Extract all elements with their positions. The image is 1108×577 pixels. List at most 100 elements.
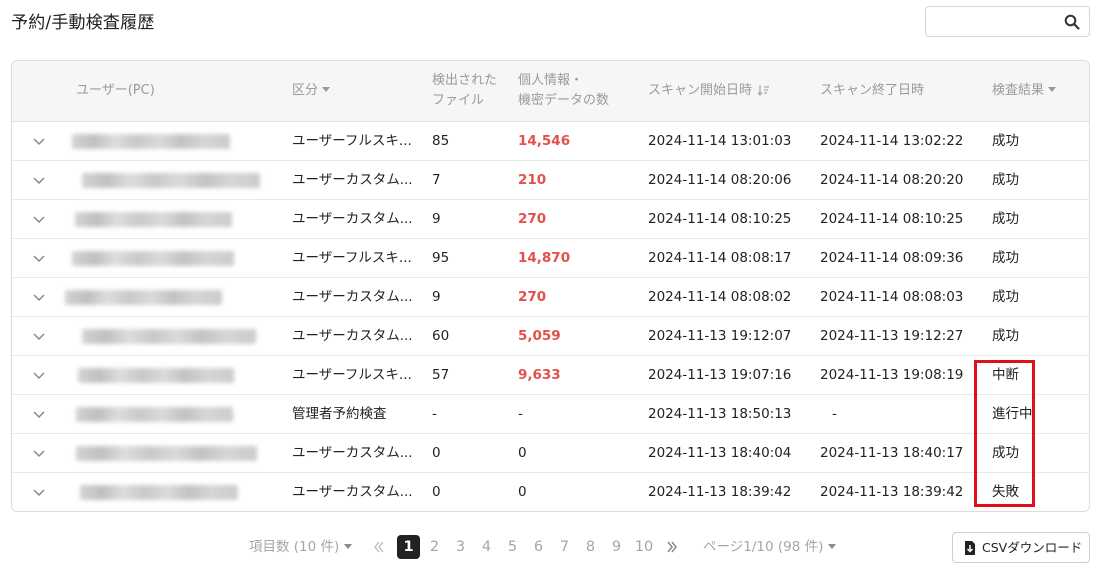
cell-scan-start: 2024-11-14 08:08:17 bbox=[648, 250, 792, 266]
cell-result: 中断 bbox=[992, 367, 1019, 383]
cell-pii-count[interactable]: 270 bbox=[518, 278, 546, 317]
cell-files: 60 bbox=[432, 328, 450, 344]
header-files: 検出された ファイル bbox=[432, 73, 498, 108]
cell-files: 7 bbox=[432, 172, 441, 188]
page-number-9[interactable]: 9 bbox=[605, 535, 628, 559]
chevron-down-icon[interactable] bbox=[32, 485, 46, 499]
page-number-2[interactable]: 2 bbox=[423, 535, 446, 559]
items-per-page-select[interactable]: 項目数 (10 件) bbox=[249, 537, 353, 557]
chevron-down-icon[interactable] bbox=[32, 134, 46, 148]
cell-pii-count: - bbox=[518, 406, 523, 422]
sort-icon[interactable] bbox=[757, 84, 770, 96]
cell-scan-end: 2024-11-14 08:08:03 bbox=[820, 289, 964, 305]
header-user: ユーザー(PC) bbox=[76, 83, 155, 98]
cell-result: 進行中 bbox=[992, 406, 1033, 422]
chevron-down-icon[interactable] bbox=[32, 446, 46, 460]
page-number-3[interactable]: 3 bbox=[449, 535, 472, 559]
search-box[interactable] bbox=[925, 6, 1090, 37]
scan-history-table: ユーザー(PC) 区分 検出された ファイル 個人情報・ 機密データの数 スキャン開… bbox=[11, 60, 1090, 512]
user-name-redacted bbox=[72, 134, 230, 149]
page-number-4[interactable]: 4 bbox=[475, 535, 498, 559]
caret-down-icon bbox=[344, 543, 353, 549]
cell-scan-start: 2024-11-13 18:39:42 bbox=[648, 484, 792, 500]
chevrons-left-icon[interactable] bbox=[372, 540, 386, 554]
cell-pii-count[interactable]: 5,059 bbox=[518, 317, 561, 356]
table-row[interactable]: ユーザーカスタム... 9 270 2024-11-14 08:08:02 2024-1… bbox=[12, 278, 1089, 317]
cell-result: 成功 bbox=[992, 289, 1019, 305]
page-number-10[interactable]: 10 bbox=[631, 535, 657, 559]
header-result[interactable]: 検査結果 bbox=[992, 81, 1057, 101]
cell-pii-count[interactable]: 14,546 bbox=[518, 122, 570, 161]
cell-category: 管理者予約検査 bbox=[292, 406, 387, 422]
cell-result: 成功 bbox=[992, 445, 1019, 461]
user-name-redacted bbox=[80, 485, 238, 500]
chevron-down-icon[interactable] bbox=[32, 212, 46, 226]
table-row[interactable]: ユーザーカスタム... 0 0 2024-11-13 18:39:42 2024-11-… bbox=[12, 473, 1089, 511]
user-name-redacted bbox=[76, 446, 257, 461]
cell-files: 95 bbox=[432, 250, 450, 266]
cell-scan-end: 2024-11-13 18:39:42 bbox=[820, 484, 964, 500]
search-input[interactable] bbox=[932, 11, 1057, 33]
header-category[interactable]: 区分 bbox=[292, 81, 331, 101]
header-pii-count: 個人情報・ 機密データの数 bbox=[518, 73, 610, 108]
cell-category: ユーザーフルスキ... bbox=[292, 250, 412, 266]
cell-result: 成功 bbox=[992, 328, 1019, 344]
cell-pii-count: 0 bbox=[518, 445, 527, 461]
chevron-down-icon[interactable] bbox=[32, 407, 46, 421]
chevron-down-icon[interactable] bbox=[32, 290, 46, 304]
download-file-icon bbox=[965, 541, 975, 555]
page-number-8[interactable]: 8 bbox=[579, 535, 602, 559]
cell-result: 成功 bbox=[992, 133, 1019, 149]
table-row[interactable]: ユーザーカスタム... 0 0 2024-11-13 18:40:04 2024-11-… bbox=[12, 434, 1089, 473]
cell-scan-start: 2024-11-13 18:40:04 bbox=[648, 445, 792, 461]
chevron-down-icon[interactable] bbox=[32, 329, 46, 343]
header-scan-start[interactable]: スキャン開始日時 bbox=[648, 81, 770, 101]
chevron-down-icon[interactable] bbox=[32, 251, 46, 265]
cell-scan-start: 2024-11-13 18:50:13 bbox=[648, 406, 792, 422]
cell-category: ユーザーカスタム... bbox=[292, 211, 413, 227]
cell-pii-count[interactable]: 210 bbox=[518, 161, 546, 200]
search-icon[interactable] bbox=[1064, 14, 1080, 30]
chevron-down-icon[interactable] bbox=[32, 173, 46, 187]
caret-down-icon bbox=[322, 87, 331, 92]
cell-pii-count[interactable]: 14,870 bbox=[518, 239, 570, 278]
cell-files: 57 bbox=[432, 367, 450, 383]
cell-scan-end: 2024-11-14 08:10:25 bbox=[820, 211, 964, 227]
cell-scan-start: 2024-11-14 08:10:25 bbox=[648, 211, 792, 227]
page-title: 予約/手動検査履歴 bbox=[11, 13, 155, 33]
page-number-6[interactable]: 6 bbox=[527, 535, 550, 559]
table-row[interactable]: ユーザーカスタム... 7 210 2024-11-14 08:20:06 2024-1… bbox=[12, 161, 1089, 200]
csv-download-button[interactable]: CSVダウンロード bbox=[952, 532, 1090, 563]
page-number-5[interactable]: 5 bbox=[501, 535, 524, 559]
user-name-redacted bbox=[76, 407, 233, 422]
cell-files: 85 bbox=[432, 133, 450, 149]
cell-category: ユーザーカスタム... bbox=[292, 445, 413, 461]
table-row[interactable]: ユーザーカスタム... 9 270 2024-11-14 08:10:25 2024-1… bbox=[12, 200, 1089, 239]
chevron-down-icon[interactable] bbox=[32, 368, 46, 382]
table-row[interactable]: 管理者予約検査 - - 2024-11-13 18:50:13 - 進行中 bbox=[12, 395, 1089, 434]
cell-category: ユーザーフルスキ... bbox=[292, 367, 412, 383]
user-name-redacted bbox=[82, 329, 256, 344]
cell-pii-count[interactable]: 270 bbox=[518, 200, 546, 239]
user-name-redacted bbox=[65, 290, 222, 305]
cell-scan-start: 2024-11-14 13:01:03 bbox=[648, 133, 792, 149]
cell-scan-end: 2024-11-13 19:12:27 bbox=[820, 328, 964, 344]
cell-scan-end: 2024-11-13 19:08:19 bbox=[820, 367, 964, 383]
cell-category: ユーザーフルスキ... bbox=[292, 133, 412, 149]
table-row[interactable]: ユーザーフルスキ... 57 9,633 2024-11-13 19:07:16 202… bbox=[12, 356, 1089, 395]
table-row[interactable]: ユーザーフルスキ... 85 14,546 2024-11-14 13:01:03 20… bbox=[12, 122, 1089, 161]
page-number-7[interactable]: 7 bbox=[553, 535, 576, 559]
chevrons-right-icon[interactable] bbox=[665, 540, 679, 554]
table-row[interactable]: ユーザーフルスキ... 95 14,870 2024-11-14 08:08:17 20… bbox=[12, 239, 1089, 278]
cell-category: ユーザーカスタム... bbox=[292, 328, 413, 344]
cell-files: 9 bbox=[432, 211, 441, 227]
page-number-1[interactable]: 1 bbox=[397, 535, 420, 559]
table-row[interactable]: ユーザーカスタム... 60 5,059 2024-11-13 19:12:07 202… bbox=[12, 317, 1089, 356]
caret-down-icon bbox=[1048, 87, 1057, 92]
page-info-select[interactable]: ページ1/10 (98 件) bbox=[703, 537, 837, 557]
cell-scan-end: 2024-11-14 13:02:22 bbox=[820, 133, 964, 149]
cell-scan-start: 2024-11-14 08:08:02 bbox=[648, 289, 792, 305]
cell-category: ユーザーカスタム... bbox=[292, 289, 413, 305]
cell-scan-end: 2024-11-14 08:09:36 bbox=[820, 250, 964, 266]
cell-pii-count[interactable]: 9,633 bbox=[518, 356, 561, 395]
